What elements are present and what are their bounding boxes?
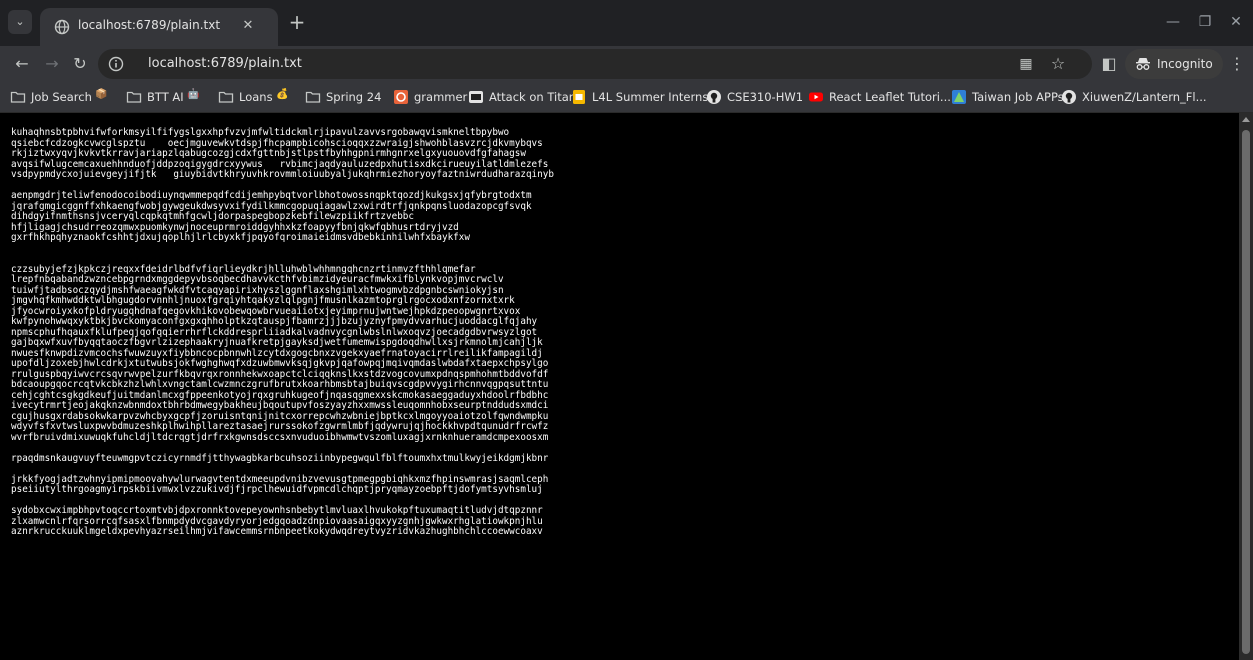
toolbar: ← → ↻ localhost:6789/plain.txt ▦ ☆ ◧ Inc… <box>0 46 1253 82</box>
scroll-up-icon[interactable] <box>1242 117 1250 122</box>
aot-icon <box>469 91 483 103</box>
globe-icon <box>54 19 70 35</box>
browser-window: ⌄ localhost:6789/plain.txt ✕ + — ❐ ✕ ← →… <box>0 0 1253 660</box>
github-icon <box>707 90 721 104</box>
taiwan-app-icon <box>952 90 966 104</box>
folder-icon <box>10 91 26 103</box>
url-text[interactable]: localhost:6789/plain.txt <box>148 56 302 71</box>
incognito-label: Incognito <box>1157 57 1213 71</box>
grammer-icon <box>394 90 408 104</box>
github-icon <box>1062 90 1076 104</box>
chevron-down-icon: ⌄ <box>15 15 25 28</box>
tab-strip: ⌄ localhost:6789/plain.txt ✕ + — ❐ ✕ <box>0 0 1253 46</box>
qr-code-icon[interactable]: ▦ <box>1016 54 1036 74</box>
bookmark-label: BTT AI <box>147 90 184 104</box>
more-menu-icon[interactable]: ⋮ <box>1227 52 1247 76</box>
bookmark-label: Spring 24 <box>326 90 382 104</box>
active-tab[interactable]: localhost:6789/plain.txt ✕ <box>40 8 278 46</box>
bookmark-emoji: 📦 <box>95 89 108 100</box>
bookmark-star-icon[interactable]: ☆ <box>1048 54 1068 74</box>
youtube-icon <box>809 92 823 102</box>
back-icon[interactable]: ← <box>10 52 34 76</box>
new-tab-button[interactable]: + <box>285 10 309 34</box>
side-panel-icon[interactable]: ◧ <box>1097 52 1121 76</box>
bookmark-label: Loans <box>239 90 273 104</box>
scroll-thumb[interactable] <box>1242 130 1250 654</box>
bookmark-label: React Leaflet Tutori... <box>829 90 951 104</box>
restore-icon[interactable]: ❐ <box>1193 10 1217 34</box>
folder-icon <box>305 91 321 103</box>
address-bar[interactable]: localhost:6789/plain.txt ▦ ☆ <box>98 49 1092 79</box>
minimize-icon[interactable]: — <box>1161 10 1185 34</box>
page-content: kuhaqhnsbtpbhvifwforkmsyilfifygslgxxhpfv… <box>0 113 1239 660</box>
forward-icon[interactable]: → <box>40 52 64 76</box>
bookmark-label: Job Search <box>31 90 92 104</box>
bookmark-label: Attack on Titan <box>489 90 577 104</box>
tab-close-icon[interactable]: ✕ <box>238 16 258 36</box>
reload-icon[interactable]: ↻ <box>68 52 92 76</box>
window-close-icon[interactable]: ✕ <box>1224 10 1248 34</box>
site-info-icon[interactable] <box>108 56 124 72</box>
tab-title: localhost:6789/plain.txt <box>78 18 221 32</box>
folder-icon <box>126 91 142 103</box>
bookmark-emoji: 💰 <box>276 89 289 100</box>
bookmark-label: L4L Summer Interns... <box>592 90 720 104</box>
incognito-badge[interactable]: Incognito <box>1125 49 1223 79</box>
bookmarks-bar: Job Search 📦 BTT AI 🤖 Loans 💰 Spring 24 <box>0 82 1253 113</box>
folder-icon <box>218 91 234 103</box>
plain-text-body: kuhaqhnsbtpbhvifwforkmsyilfifygslgxxhpfv… <box>11 127 554 537</box>
bookmark-label: grammer <box>414 90 468 104</box>
tab-search-button[interactable]: ⌄ <box>8 10 32 34</box>
vertical-scrollbar[interactable] <box>1239 113 1253 660</box>
incognito-icon <box>1136 58 1150 70</box>
yellow-doc-icon <box>573 90 585 104</box>
bookmark-label: CSE310-HW1 <box>727 90 804 104</box>
bookmark-emoji: 🤖 <box>187 89 200 100</box>
bookmark-label: XiuwenZ/Lantern_Fl... <box>1082 90 1207 104</box>
bookmark-label: Taiwan Job APPs <box>972 90 1064 104</box>
